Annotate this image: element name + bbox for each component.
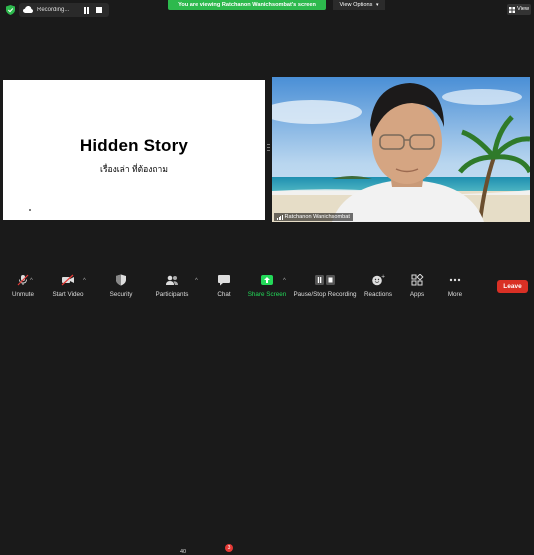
slide-title: Hidden Story bbox=[79, 136, 189, 155]
participants-count: 40 bbox=[180, 549, 187, 555]
grid-view-icon bbox=[508, 6, 515, 13]
recording-label: Recording... bbox=[37, 7, 70, 13]
participants-icon bbox=[166, 275, 178, 285]
pause-stop-recording-button[interactable]: Pause/Stop Recording bbox=[292, 270, 358, 300]
cloud-recording-icon bbox=[23, 6, 33, 13]
more-label: More bbox=[447, 291, 463, 298]
security-button[interactable]: Security bbox=[104, 270, 138, 300]
video-options-caret-icon[interactable]: ^ bbox=[83, 278, 86, 284]
participant-name-tag: Ratchanon Wanichsombat bbox=[274, 213, 353, 221]
more-dots-icon bbox=[449, 278, 461, 282]
view-button[interactable]: View bbox=[507, 4, 531, 15]
participants-label: Participants bbox=[155, 291, 189, 298]
unmute-button[interactable]: Unmute bbox=[6, 270, 40, 300]
pause-recording-icon[interactable] bbox=[83, 6, 90, 14]
video-frame bbox=[272, 77, 530, 222]
apps-label: Apps bbox=[409, 291, 425, 298]
shield-icon bbox=[116, 274, 126, 286]
recording-indicator: Recording... bbox=[19, 3, 109, 17]
view-options-button[interactable]: View Options ▾ bbox=[333, 0, 385, 10]
screen-share-banner: You are viewing Ratchanon Wanichsombat's… bbox=[168, 0, 326, 10]
leave-button[interactable]: Leave bbox=[497, 280, 528, 293]
participant-video: Ratchanon Wanichsombat bbox=[272, 77, 530, 222]
audio-options-caret-icon[interactable]: ^ bbox=[30, 278, 33, 284]
reactions-button[interactable]: + Reactions bbox=[362, 270, 394, 300]
meeting-toolbar: Unmute ^ Start Video ^ Security Particip… bbox=[0, 270, 534, 555]
splitter-handle[interactable] bbox=[267, 144, 270, 156]
share-screen-icon bbox=[261, 275, 273, 285]
view-label: View bbox=[516, 6, 530, 12]
stop-recording-icon[interactable] bbox=[96, 7, 102, 13]
shield-icon[interactable] bbox=[6, 5, 15, 15]
start-video-button[interactable]: Start Video bbox=[50, 270, 86, 300]
security-label: Security bbox=[109, 291, 133, 298]
participant-name: Ratchanon Wanichsombat bbox=[284, 214, 350, 220]
signal-strength-icon bbox=[277, 214, 283, 220]
top-bar: Recording... You are viewing Ratchanon W… bbox=[0, 0, 534, 20]
apps-button[interactable]: Apps bbox=[404, 270, 430, 300]
share-screen-button[interactable]: Share Screen bbox=[247, 270, 287, 300]
start-video-label: Start Video bbox=[52, 291, 84, 298]
more-button[interactable]: More bbox=[442, 270, 468, 300]
pause-stop-recording-label: Pause/Stop Recording bbox=[293, 291, 357, 298]
slide-dot bbox=[29, 209, 31, 211]
smiley-plus-icon: + bbox=[372, 274, 385, 286]
video-camera-off-icon bbox=[61, 274, 74, 286]
slide-subtitle: เรื่องเล่า ที่ต้องถาม bbox=[100, 164, 168, 174]
shared-screen: Hidden Story เรื่องเล่า ที่ต้องถาม bbox=[3, 80, 265, 220]
reactions-label: Reactions bbox=[363, 291, 392, 298]
participants-options-caret-icon[interactable]: ^ bbox=[195, 278, 198, 284]
chevron-down-icon: ▾ bbox=[375, 2, 379, 8]
apps-icon bbox=[411, 274, 424, 286]
chat-bubble-icon bbox=[218, 275, 230, 286]
chat-button[interactable]: Chat bbox=[210, 270, 238, 300]
chat-label: Chat bbox=[217, 291, 231, 298]
chat-unread-badge: 3 bbox=[225, 544, 233, 552]
unmute-label: Unmute bbox=[11, 291, 35, 298]
share-screen-label: Share Screen bbox=[247, 291, 287, 298]
microphone-muted-icon bbox=[17, 274, 29, 286]
share-options-caret-icon[interactable]: ^ bbox=[283, 278, 286, 284]
pause-stop-icon bbox=[315, 275, 335, 285]
view-options-label: View Options bbox=[339, 2, 373, 8]
participants-button[interactable]: Participants bbox=[154, 270, 190, 300]
svg-text:+: + bbox=[381, 274, 385, 280]
